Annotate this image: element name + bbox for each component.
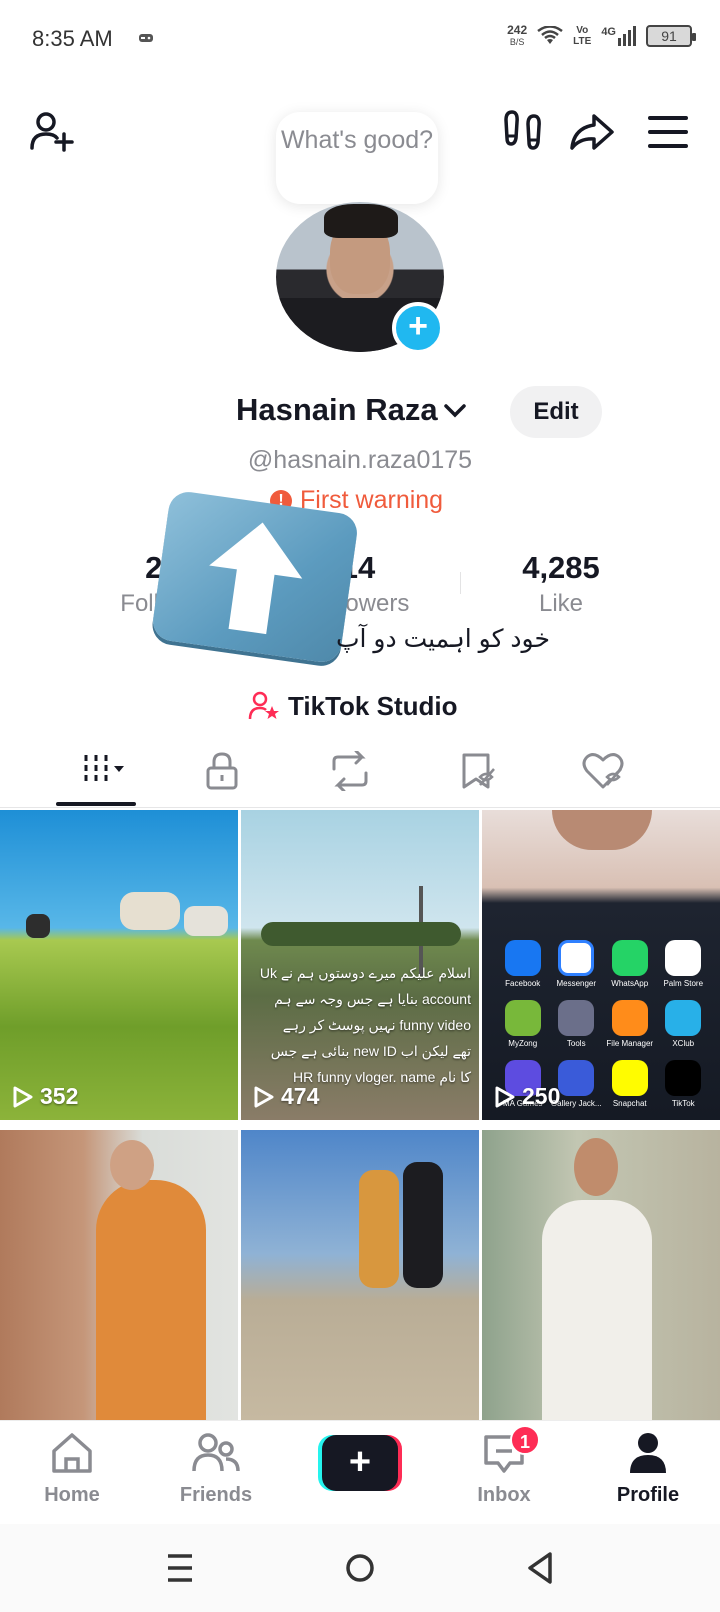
- video-tile[interactable]: [0, 1130, 238, 1440]
- studio-icon: [248, 691, 279, 720]
- video-caption: اسلام علیکم میرے دوستوں ہم نے Uk account…: [259, 965, 471, 1085]
- signal-icon: 4G: [601, 26, 636, 46]
- profile-bio: خود کو اہمیت دو آپ: [336, 625, 550, 653]
- stat-divider: [460, 572, 461, 594]
- profile-note-bubble[interactable]: What's good?: [276, 112, 438, 204]
- create-button[interactable]: +: [318, 1435, 402, 1491]
- tab-reposts[interactable]: [310, 746, 390, 796]
- grid-icon: [84, 755, 124, 781]
- view-count: 250: [494, 1083, 560, 1110]
- video-tile[interactable]: [241, 1130, 479, 1440]
- likes-stat[interactable]: 4,285 Like: [480, 550, 642, 618]
- tab-liked[interactable]: [564, 746, 644, 796]
- play-icon: [13, 1086, 33, 1107]
- nav-home[interactable]: Home: [12, 1431, 132, 1507]
- add-story-plus-icon[interactable]: +: [392, 302, 444, 354]
- view-count: 474: [253, 1083, 319, 1110]
- tab-favorites[interactable]: [438, 746, 518, 796]
- display-name-row[interactable]: Hasnain Raza: [236, 392, 468, 428]
- home-circle-icon[interactable]: [338, 1546, 382, 1590]
- up-arrow-icon: [209, 522, 303, 635]
- repost-icon: [332, 751, 368, 791]
- status-time: 8:35 AM: [32, 26, 113, 51]
- play-icon: [254, 1086, 274, 1107]
- heart-icon: [582, 753, 624, 789]
- lock-icon: [206, 752, 238, 790]
- inbox-badge: 1: [510, 1425, 540, 1455]
- video-tile[interactable]: 352: [0, 810, 238, 1120]
- username: @hasnain.raza0175: [247, 446, 473, 474]
- profile-icon: [630, 1433, 666, 1473]
- nav-profile[interactable]: Profile: [588, 1431, 708, 1507]
- recent-apps-icon[interactable]: [158, 1546, 202, 1590]
- bookmark-icon: [462, 753, 495, 789]
- share-icon[interactable]: [568, 108, 616, 156]
- menu-icon[interactable]: [644, 108, 692, 156]
- tab-private[interactable]: [182, 746, 262, 796]
- status-bar: 8:35 AM 242 B/S Vo LTE 4G 91: [0, 0, 720, 80]
- system-navigation: [0, 1524, 720, 1612]
- friends-icon: [192, 1433, 240, 1472]
- play-icon: [495, 1086, 515, 1107]
- chevron-down-icon: [443, 404, 466, 418]
- active-tab-indicator: [56, 802, 136, 806]
- video-tile[interactable]: اسلام علیکم میرے دوستوں ہم نے Uk account…: [241, 810, 479, 1120]
- battery-indicator: 91: [646, 25, 696, 47]
- tiktok-studio-link[interactable]: TikTok Studio: [248, 690, 457, 722]
- tab-videos[interactable]: [56, 746, 136, 796]
- edit-profile-button[interactable]: Edit: [510, 386, 602, 438]
- back-triangle-icon[interactable]: [518, 1546, 562, 1590]
- add-friend-icon[interactable]: [28, 108, 76, 156]
- display-name: Hasnain Raza: [236, 392, 438, 427]
- up-arrow-sticker: [150, 489, 360, 665]
- video-tile[interactable]: [482, 1130, 720, 1440]
- gamepad-icon: [139, 34, 153, 42]
- view-count: 352: [12, 1083, 78, 1110]
- nav-inbox[interactable]: 1 Inbox: [444, 1425, 564, 1507]
- status-indicators: 242 B/S Vo LTE 4G 91: [507, 23, 696, 48]
- bottom-navigation: Home Friends + 1 Inbox Profile: [0, 1420, 720, 1524]
- home-icon: [52, 1433, 92, 1473]
- video-tile[interactable]: Facebook Messenger WhatsApp Palm Store M…: [482, 810, 720, 1120]
- nav-friends[interactable]: Friends: [156, 1431, 276, 1507]
- footprints-icon[interactable]: [498, 108, 546, 156]
- volte-indicator: Vo LTE: [573, 25, 592, 47]
- network-speed: 242 B/S: [507, 23, 528, 47]
- wifi-icon: [537, 26, 563, 44]
- plus-icon: +: [322, 1435, 398, 1491]
- profile-tabs: [0, 738, 720, 808]
